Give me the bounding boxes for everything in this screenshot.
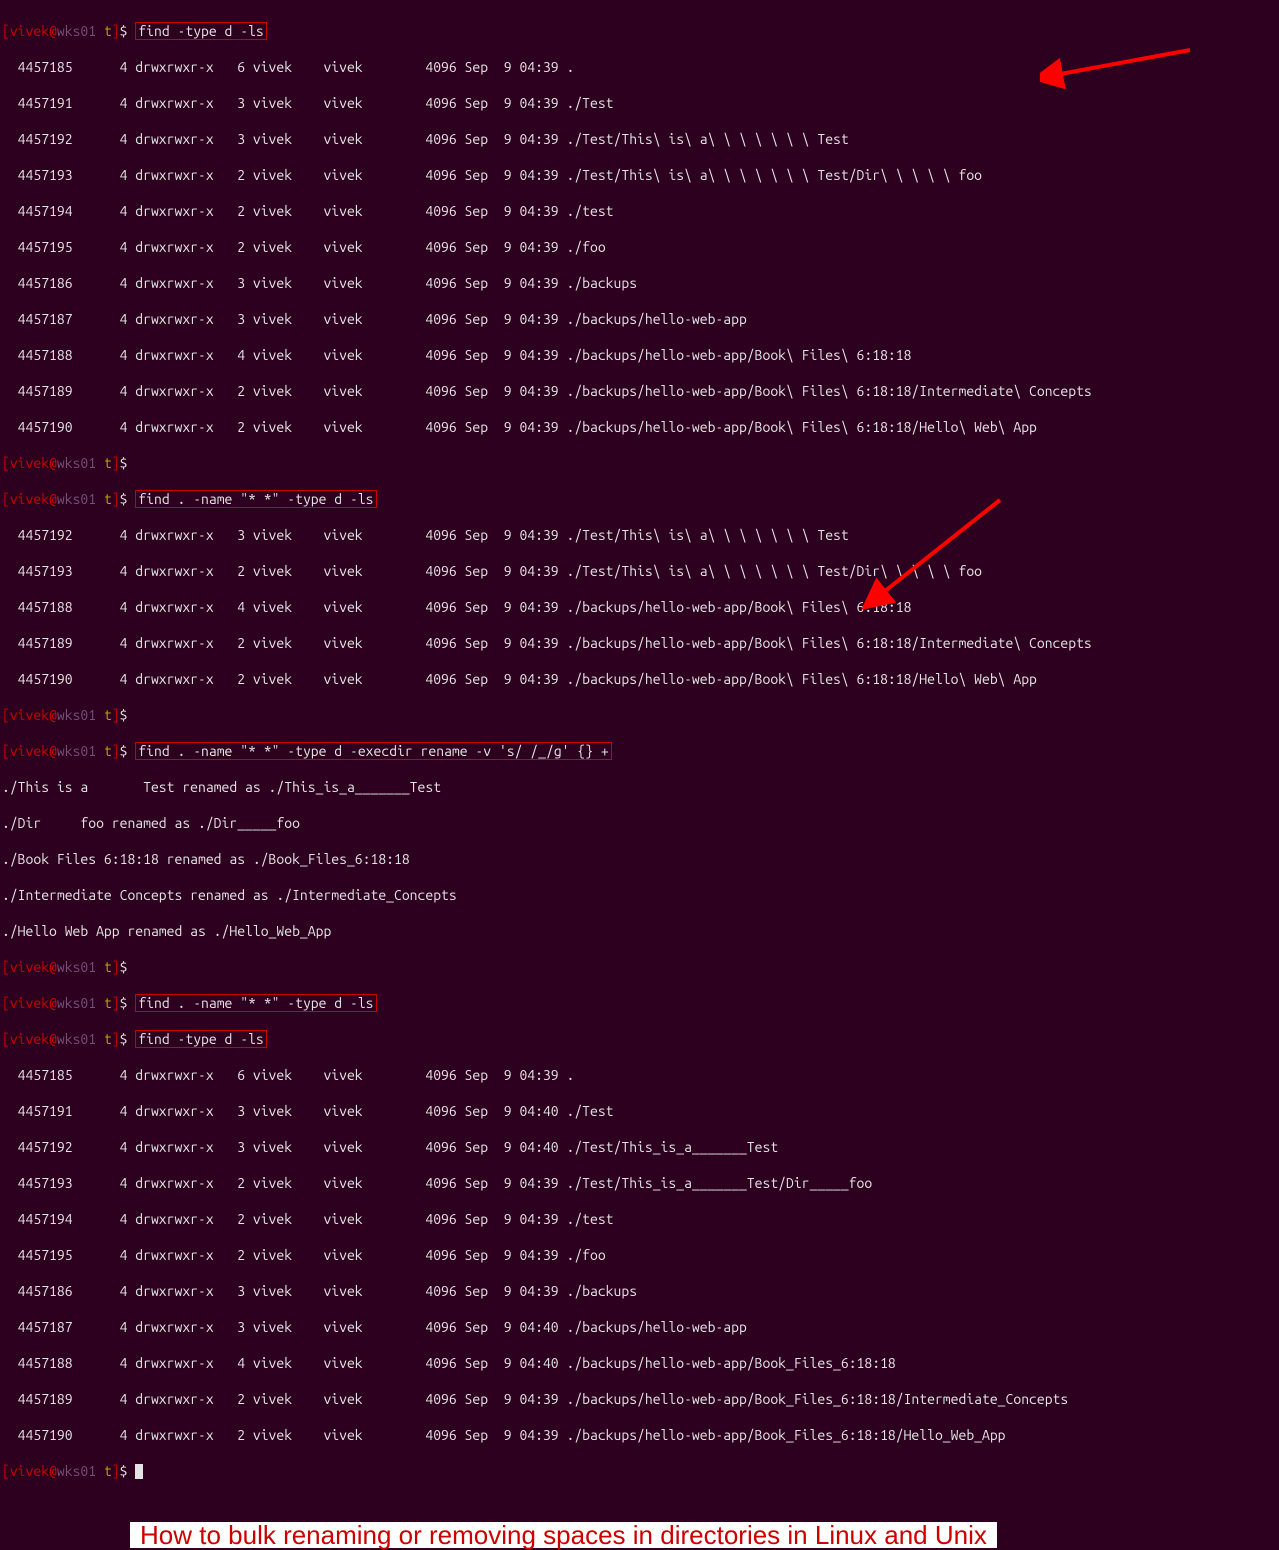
output-line: 4457192 4 drwxrwxr-x 3 vivek vivek 4096 … (2, 1138, 1277, 1156)
output-line: ./This is a Test renamed as ./This_is_a_… (2, 778, 1277, 796)
output-line: ./Hello Web App renamed as ./Hello_Web_A… (2, 922, 1277, 940)
output-line: 4457193 4 drwxrwxr-x 2 vivek vivek 4096 … (2, 562, 1277, 580)
output-line: 4457192 4 drwxrwxr-x 3 vivek vivek 4096 … (2, 526, 1277, 544)
output-line: 4457194 4 drwxrwxr-x 2 vivek vivek 4096 … (2, 1210, 1277, 1228)
output-line: 4457193 4 drwxrwxr-x 2 vivek vivek 4096 … (2, 1174, 1277, 1192)
output-line: 4457195 4 drwxrwxr-x 2 vivek vivek 4096 … (2, 1246, 1277, 1264)
output-line: 4457193 4 drwxrwxr-x 2 vivek vivek 4096 … (2, 166, 1277, 184)
output-line: 4457185 4 drwxrwxr-x 6 vivek vivek 4096 … (2, 1066, 1277, 1084)
command-1: find -type d -ls (135, 22, 266, 40)
output-line: 4457189 4 drwxrwxr-x 2 vivek vivek 4096 … (2, 1390, 1277, 1408)
output-line: ./Intermediate Concepts renamed as ./Int… (2, 886, 1277, 904)
output-line: 4457190 4 drwxrwxr-x 2 vivek vivek 4096 … (2, 670, 1277, 688)
prompt-line-4: [vivek@wks01 t]$ find . -name "* *" -typ… (2, 994, 1277, 1012)
cursor-icon (135, 1464, 143, 1479)
output-line: 4457188 4 drwxrwxr-x 4 vivek vivek 4096 … (2, 1354, 1277, 1372)
command-5: find -type d -ls (135, 1030, 266, 1048)
command-4: find . -name "* *" -type d -ls (135, 994, 376, 1012)
output-line: 4457191 4 drwxrwxr-x 3 vivek vivek 4096 … (2, 1102, 1277, 1120)
prompt-line-5: [vivek@wks01 t]$ find -type d -ls (2, 1030, 1277, 1048)
prompt-line-empty: [vivek@wks01 t]$ (2, 958, 1277, 976)
prompt-line-3: [vivek@wks01 t]$ find . -name "* *" -typ… (2, 742, 1277, 760)
output-line: 4457195 4 drwxrwxr-x 2 vivek vivek 4096 … (2, 238, 1277, 256)
output-line: 4457194 4 drwxrwxr-x 2 vivek vivek 4096 … (2, 202, 1277, 220)
title-annotation: How to bulk renaming or removing spaces … (130, 1522, 997, 1548)
output-line: 4457187 4 drwxrwxr-x 3 vivek vivek 4096 … (2, 1318, 1277, 1336)
command-2: find . -name "* *" -type d -ls (135, 490, 376, 508)
prompt-line-empty: [vivek@wks01 t]$ (2, 706, 1277, 724)
output-line: 4457187 4 drwxrwxr-x 3 vivek vivek 4096 … (2, 310, 1277, 328)
prompt-line-1: [vivek@wks01 t]$ find -type d -ls (2, 22, 1277, 40)
terminal-output[interactable]: [vivek@wks01 t]$ find -type d -ls 445718… (0, 0, 1279, 1502)
output-line: ./Book Files 6:18:18 renamed as ./Book_F… (2, 850, 1277, 868)
output-line: 4457191 4 drwxrwxr-x 3 vivek vivek 4096 … (2, 94, 1277, 112)
prompt-line-empty: [vivek@wks01 t]$ (2, 454, 1277, 472)
output-line: 4457192 4 drwxrwxr-x 3 vivek vivek 4096 … (2, 130, 1277, 148)
command-3: find . -name "* *" -type d -execdir rena… (135, 742, 611, 760)
prompt-line-2: [vivek@wks01 t]$ find . -name "* *" -typ… (2, 490, 1277, 508)
output-line: 4457188 4 drwxrwxr-x 4 vivek vivek 4096 … (2, 598, 1277, 616)
output-line: 4457189 4 drwxrwxr-x 2 vivek vivek 4096 … (2, 634, 1277, 652)
output-line: ./Dir foo renamed as ./Dir_____foo (2, 814, 1277, 832)
output-line: 4457189 4 drwxrwxr-x 2 vivek vivek 4096 … (2, 382, 1277, 400)
output-line: 4457185 4 drwxrwxr-x 6 vivek vivek 4096 … (2, 58, 1277, 76)
output-line: 4457186 4 drwxrwxr-x 3 vivek vivek 4096 … (2, 274, 1277, 292)
output-line: 4457190 4 drwxrwxr-x 2 vivek vivek 4096 … (2, 418, 1277, 436)
output-line: 4457186 4 drwxrwxr-x 3 vivek vivek 4096 … (2, 1282, 1277, 1300)
output-line: 4457188 4 drwxrwxr-x 4 vivek vivek 4096 … (2, 346, 1277, 364)
prompt-line-cursor[interactable]: [vivek@wks01 t]$ (2, 1462, 1277, 1480)
output-line: 4457190 4 drwxrwxr-x 2 vivek vivek 4096 … (2, 1426, 1277, 1444)
